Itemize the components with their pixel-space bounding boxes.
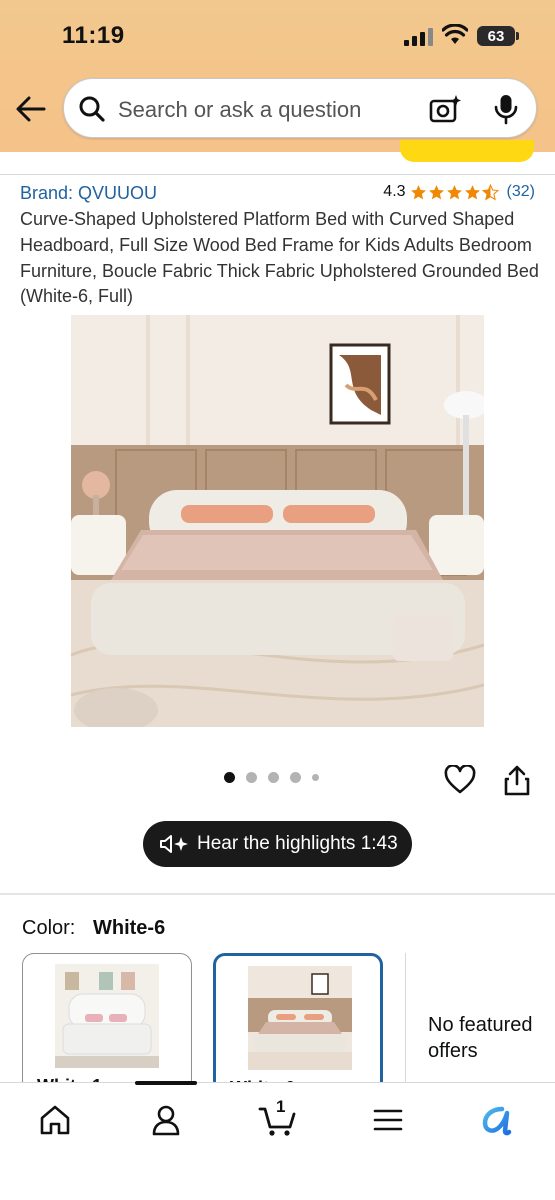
- cart-icon[interactable]: [258, 1103, 298, 1137]
- hear-highlights-label: Hear the highlights 1:43: [197, 833, 398, 854]
- nav-active-indicator: [135, 1081, 197, 1085]
- swatch-divider: [405, 953, 406, 1093]
- color-swatch-white-6[interactable]: White-6: [213, 953, 383, 1093]
- selected-color: White-6: [93, 917, 166, 939]
- heart-icon[interactable]: [444, 765, 476, 795]
- color-swatch-white-1[interactable]: White-1: [22, 953, 192, 1093]
- color-label: Color:: [22, 917, 76, 939]
- swatch-image: [248, 966, 352, 1070]
- rating-value: 4.3: [383, 183, 406, 200]
- carousel-dots[interactable]: [224, 772, 319, 783]
- buy-button-peek[interactable]: [400, 140, 534, 162]
- share-icon[interactable]: [504, 764, 530, 796]
- search-input[interactable]: Search or ask a question: [118, 97, 361, 123]
- alexa-icon[interactable]: [480, 1103, 514, 1137]
- battery-level: 63: [487, 27, 505, 45]
- star-icon: [428, 184, 444, 199]
- menu-icon[interactable]: [371, 1103, 405, 1137]
- star-icon: [410, 184, 426, 199]
- carousel-dot[interactable]: [246, 772, 257, 783]
- star-rating: [410, 183, 499, 201]
- account-icon[interactable]: [149, 1103, 183, 1137]
- star-icon: [464, 184, 480, 199]
- cellular-signal-icon: [404, 28, 433, 46]
- half-star-icon: [481, 183, 499, 200]
- swatch-image: [55, 964, 159, 1068]
- home-icon[interactable]: [38, 1103, 72, 1137]
- product-image[interactable]: [71, 315, 484, 727]
- carousel-dot[interactable]: [268, 772, 279, 783]
- microphone-icon[interactable]: [492, 93, 520, 125]
- camera-search-icon[interactable]: [428, 93, 462, 125]
- brand-link[interactable]: Brand: QVUUOU: [20, 183, 157, 204]
- battery-icon: 63: [477, 26, 515, 46]
- wifi-icon: [442, 24, 468, 44]
- carousel-dot-active[interactable]: [224, 772, 235, 783]
- hear-highlights-button[interactable]: Hear the highlights 1:43: [143, 821, 412, 867]
- back-arrow-icon[interactable]: [14, 94, 50, 124]
- search-bar[interactable]: Search or ask a question: [63, 78, 537, 138]
- product-title: Curve-Shaped Upholstered Platform Bed wi…: [20, 209, 539, 307]
- bottom-nav: 1: [0, 1081, 555, 1200]
- battery-cap: [516, 32, 519, 40]
- status-bar: 11:19 63: [0, 0, 555, 70]
- carousel-dot[interactable]: [312, 774, 319, 781]
- divider: [0, 174, 555, 175]
- search-icon: [79, 96, 105, 122]
- status-time: 11:19: [62, 22, 125, 49]
- audio-sparkle-icon: [160, 835, 188, 853]
- carousel-dot[interactable]: [290, 772, 301, 783]
- rating-count[interactable]: (32): [507, 183, 535, 201]
- star-icon: [446, 184, 462, 199]
- rating-row[interactable]: 4.3 (32): [383, 183, 535, 201]
- no-featured-offers: No featured offers: [428, 1014, 533, 1062]
- section-divider: [0, 893, 555, 895]
